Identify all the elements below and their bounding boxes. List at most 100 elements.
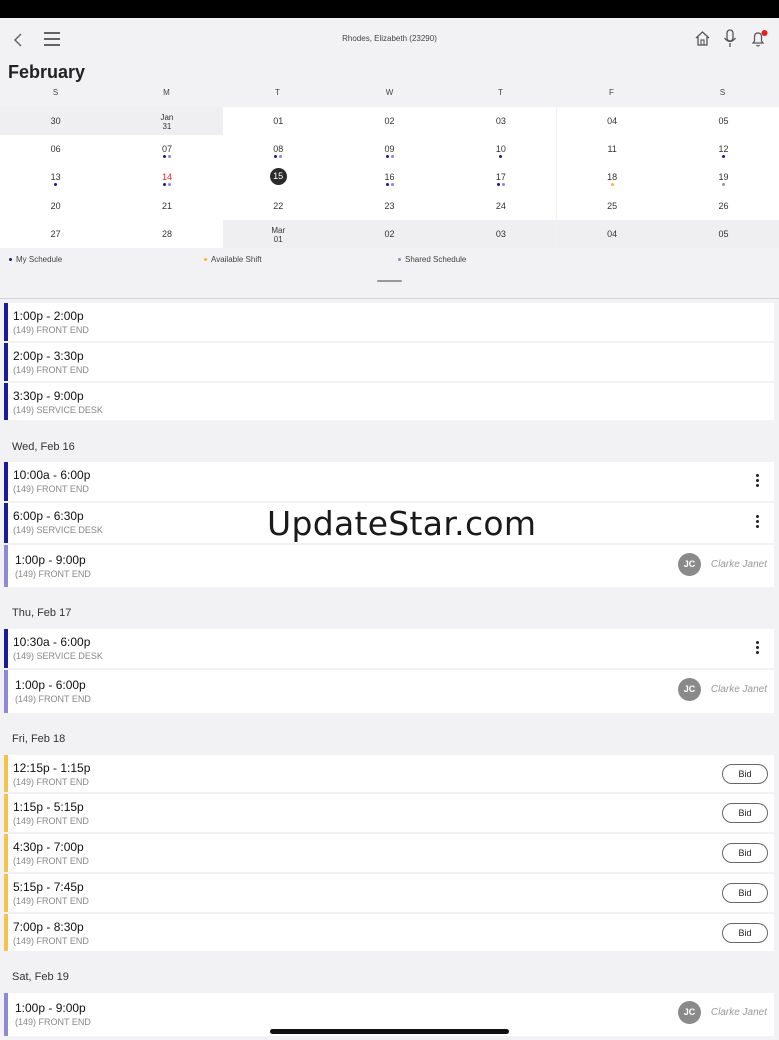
calendar-day[interactable]: 06 xyxy=(0,135,112,164)
available-shift-card[interactable]: 7:00p - 8:30p (149) FRONT END Bid xyxy=(4,914,774,951)
more-options-icon[interactable] xyxy=(756,474,760,488)
calendar-day[interactable]: 21 xyxy=(111,191,223,220)
legend-shared-schedule: Shared Schedule xyxy=(397,255,466,264)
legend-label: Shared Schedule xyxy=(405,255,467,264)
shift-card[interactable]: 10:30a - 6:00p (149) SERVICE DESK xyxy=(4,629,774,668)
drag-handle[interactable] xyxy=(377,280,402,282)
available-shift-card[interactable]: 5:15p - 7:45p (149) FRONT END Bid xyxy=(4,874,774,912)
shift-time: 10:30a - 6:00p xyxy=(13,635,91,649)
day-label: 01 xyxy=(273,234,283,244)
schedule-dots xyxy=(0,183,111,187)
my-schedule-dot xyxy=(385,183,389,187)
shift-time: 4:30p - 7:00p xyxy=(13,840,84,854)
day-number: 28 xyxy=(161,228,172,239)
calendar-day[interactable]: 24 xyxy=(445,191,557,220)
weekday-thu: T xyxy=(498,88,503,97)
day-number: 17 xyxy=(495,172,506,183)
calendar-day[interactable]: 05 xyxy=(667,219,779,248)
calendar-day[interactable]: 03 xyxy=(445,107,557,136)
calendar-day[interactable]: 22 xyxy=(222,191,334,220)
calendar-day[interactable]: 16 xyxy=(333,163,446,192)
calendar-day-today[interactable]: 15 xyxy=(222,163,334,192)
bid-button[interactable]: Bid xyxy=(722,883,768,903)
calendar-day[interactable]: 08 xyxy=(222,135,334,164)
my-schedule-dot xyxy=(162,183,166,187)
bid-button[interactable]: Bid xyxy=(722,764,768,784)
calendar-day[interactable]: 07 xyxy=(111,135,223,164)
shift-location: (149) FRONT END xyxy=(13,816,89,826)
shift-location: (149) FRONT END xyxy=(13,856,89,866)
available-shift-card[interactable]: 12:15p - 1:15p (149) FRONT END Bid xyxy=(4,755,774,792)
calendar-day[interactable]: 14 xyxy=(111,163,223,192)
calendar-day[interactable]: 05 xyxy=(667,107,779,136)
calendar-day[interactable]: 02 xyxy=(333,219,446,248)
shared-shift-card[interactable]: 1:00p - 9:00p (149) FRONT END JC Clarke … xyxy=(4,545,774,587)
calendar-day[interactable]: 04 xyxy=(556,219,668,248)
available-shift-card[interactable]: 4:30p - 7:00p (149) FRONT END Bid xyxy=(4,834,774,872)
calendar-day[interactable]: 23 xyxy=(333,191,446,220)
calendar-day[interactable]: 27 xyxy=(0,219,112,248)
month-label: Mar xyxy=(271,225,286,235)
calendar-day[interactable]: 26 xyxy=(667,191,779,220)
calendar-day[interactable]: 03 xyxy=(445,219,557,248)
app-header: Rhodes, Elizabeth (23290) xyxy=(0,18,779,62)
more-options-icon[interactable] xyxy=(756,515,760,529)
shift-card[interactable]: 3:30p - 9:00p (149) SERVICE DESK xyxy=(4,383,774,420)
shift-time: 1:00p - 2:00p xyxy=(13,309,84,323)
more-options-icon[interactable] xyxy=(756,641,760,655)
day-number: Jan 31 xyxy=(111,113,222,131)
calendar-day[interactable]: 17 xyxy=(445,163,557,192)
shared-schedule-dot xyxy=(398,258,401,262)
calendar-day[interactable]: 02 xyxy=(333,107,446,136)
calendar-day[interactable]: 12 xyxy=(667,135,779,164)
status-bar xyxy=(0,0,779,18)
day-number: 19 xyxy=(718,172,729,183)
calendar-day[interactable]: 25 xyxy=(556,191,668,220)
calendar-day[interactable]: 20 xyxy=(0,191,112,220)
bell-icon[interactable] xyxy=(750,29,768,48)
my-schedule-dot xyxy=(499,155,503,159)
day-number: 05 xyxy=(718,228,729,239)
day-number: 25 xyxy=(607,200,618,211)
legend-my-schedule: My Schedule xyxy=(8,255,62,264)
bid-button[interactable]: Bid xyxy=(722,843,768,863)
day-number: 04 xyxy=(607,116,618,126)
avatar: JC xyxy=(678,1001,701,1024)
watermark: UpdateStar.com xyxy=(267,504,537,543)
calendar-day[interactable]: 11 xyxy=(556,135,668,164)
calendar-day[interactable]: 10 xyxy=(445,135,557,164)
schedule-dots xyxy=(557,183,668,187)
my-schedule-dot xyxy=(385,155,389,159)
calendar-day[interactable]: 09 xyxy=(333,135,446,164)
calendar-day[interactable]: 28 xyxy=(111,219,223,248)
available-shift-card[interactable]: 1:15p - 5:15p (149) FRONT END Bid xyxy=(4,794,774,832)
shift-card[interactable]: 1:00p - 2:00p (149) FRONT END xyxy=(4,303,774,341)
calendar-day[interactable]: 30 xyxy=(0,107,112,136)
calendar-day[interactable]: 19 xyxy=(667,163,779,192)
shift-location: (149) SERVICE DESK xyxy=(13,525,103,535)
calendar-day[interactable]: 01 xyxy=(222,107,334,136)
shift-time: 5:15p - 7:45p xyxy=(13,880,84,894)
home-icon[interactable] xyxy=(694,30,711,47)
weekday-fri: F xyxy=(609,88,614,97)
bid-button[interactable]: Bid xyxy=(722,923,768,943)
calendar-day[interactable]: 13 xyxy=(0,163,112,192)
calendar-day[interactable]: 04 xyxy=(556,107,668,136)
weekday-sat: S xyxy=(719,88,726,97)
legend-label: Available Shift xyxy=(211,255,262,264)
bid-button[interactable]: Bid xyxy=(722,803,768,823)
calendar-day[interactable]: 18 xyxy=(556,163,668,192)
day-header: Fri, Feb 18 xyxy=(12,733,66,745)
shift-card[interactable]: 10:00a - 6:00p (149) FRONT END xyxy=(4,462,774,501)
calendar-day[interactable]: Mar 01 xyxy=(222,219,334,248)
shift-list[interactable]: 1:00p - 2:00p (149) FRONT END 2:00p - 3:… xyxy=(0,299,779,1040)
day-number: 04 xyxy=(607,228,618,239)
microphone-icon[interactable] xyxy=(722,29,738,48)
shared-schedule-dot xyxy=(390,183,394,187)
day-number: 26 xyxy=(718,200,729,211)
shared-shift-card[interactable]: 1:00p - 6:00p (149) FRONT END JC Clarke … xyxy=(4,670,774,713)
shift-card[interactable]: 2:00p - 3:30p (149) FRONT END xyxy=(4,343,774,381)
my-schedule-dot xyxy=(162,155,166,159)
calendar-day[interactable]: Jan 31 xyxy=(111,107,223,136)
coworker-name: Clarke Janet xyxy=(710,1007,767,1018)
